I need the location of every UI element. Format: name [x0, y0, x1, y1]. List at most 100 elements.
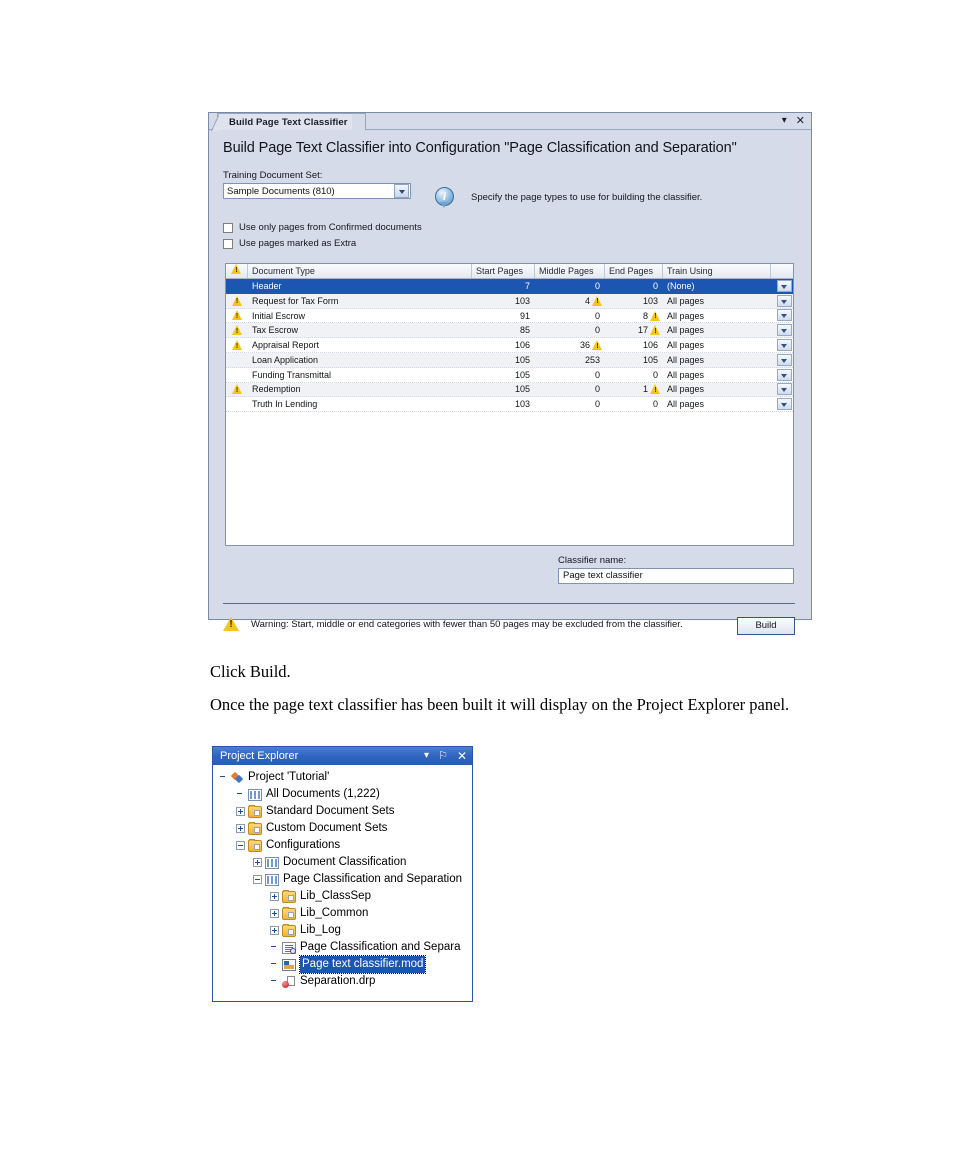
- build-button[interactable]: Build: [737, 617, 795, 635]
- grid-icon: [265, 873, 279, 886]
- tree-item[interactable]: Separation.drp: [213, 973, 472, 990]
- cell-end-pages: 0: [652, 399, 658, 410]
- tree-item[interactable]: Configurations: [213, 837, 472, 854]
- column-header-middle-pages[interactable]: Middle Pages: [535, 264, 605, 278]
- chevron-down-icon[interactable]: [776, 383, 792, 396]
- table-row[interactable]: Header 7 0 0 (None): [226, 279, 793, 294]
- checkbox-icon[interactable]: [223, 222, 233, 233]
- table-row[interactable]: Redemption 105 01 All pages: [226, 382, 793, 398]
- row-train-using-dropdown[interactable]: [771, 383, 793, 396]
- tree-item[interactable]: Page text classifier.mod: [213, 955, 472, 974]
- expand-plus-icon[interactable]: [270, 909, 279, 918]
- chevron-down-icon[interactable]: [776, 368, 792, 381]
- row-train-using-dropdown[interactable]: [771, 294, 793, 307]
- chevron-down-icon[interactable]: [776, 279, 792, 292]
- expand-plus-icon[interactable]: [253, 858, 262, 867]
- expand-plus-icon[interactable]: [270, 892, 279, 901]
- row-train-using-dropdown[interactable]: [771, 279, 793, 292]
- tree-item[interactable]: Document Classification: [213, 854, 472, 871]
- tree-item[interactable]: Lib_Log: [213, 922, 472, 939]
- divider: [223, 603, 795, 604]
- cell-document-type: Initial Escrow: [252, 310, 306, 321]
- dialog-tabstrip: Build Page Text Classifier ▾ ✕: [209, 113, 811, 131]
- chevron-down-icon[interactable]: [776, 398, 792, 411]
- checkbox-confirmed-documents[interactable]: Use only pages from Confirmed documents: [223, 222, 422, 233]
- table-row[interactable]: Truth In Lending 103 0 0 All pages: [226, 397, 793, 413]
- chevron-down-icon[interactable]: [394, 184, 409, 198]
- tree-item[interactable]: Standard Document Sets: [213, 803, 472, 820]
- chevron-down-icon[interactable]: [776, 309, 792, 322]
- cell-start-pages: 105: [514, 384, 530, 395]
- checkbox-icon[interactable]: [223, 238, 233, 249]
- cell-middle-pages: 0: [594, 369, 600, 380]
- cell-train-using: All pages: [667, 340, 705, 351]
- tree-expander-spacer: [236, 790, 245, 799]
- chevron-down-icon[interactable]: [776, 324, 792, 337]
- row-train-using-dropdown[interactable]: [771, 398, 793, 411]
- column-header-warning[interactable]: [226, 264, 248, 278]
- close-icon[interactable]: ✕: [457, 750, 467, 762]
- expand-plus-icon[interactable]: [236, 824, 245, 833]
- tree-item[interactable]: All Documents (1,222): [213, 786, 472, 803]
- table-row[interactable]: Loan Application 105 253 105 All pages: [226, 352, 793, 368]
- training-document-set-select[interactable]: Sample Documents (810): [223, 183, 411, 199]
- cell-train-using: All pages: [667, 384, 705, 395]
- tab-build-page-text-classifier[interactable]: Build Page Text Classifier: [211, 113, 358, 131]
- tree-item[interactable]: Lib_ClassSep: [213, 888, 472, 905]
- classifier-name-input[interactable]: Page text classifier: [558, 568, 794, 584]
- pin-icon[interactable]: ⚐: [438, 750, 448, 762]
- cell-end-pages: 106: [642, 340, 658, 351]
- expand-plus-icon[interactable]: [236, 807, 245, 816]
- column-header-start-pages[interactable]: Start Pages: [472, 264, 535, 278]
- tree-item[interactable]: Custom Document Sets: [213, 820, 472, 837]
- tree-item-label: Lib_Log: [300, 924, 341, 936]
- close-icon[interactable]: ✕: [796, 114, 805, 128]
- collapse-minus-icon[interactable]: [253, 875, 262, 884]
- document-type-grid[interactable]: Document Type Start Pages Middle Pages E…: [225, 263, 794, 546]
- tree-item[interactable]: Project 'Tutorial': [213, 769, 472, 786]
- collapse-minus-icon[interactable]: [236, 841, 245, 850]
- page-title: Build Page Text Classifier into Configur…: [223, 140, 737, 156]
- column-header-train-using[interactable]: Train Using: [663, 264, 771, 278]
- warning-icon: [650, 384, 661, 395]
- checkbox-pages-marked-extra[interactable]: Use pages marked as Extra: [223, 238, 356, 249]
- row-train-using-dropdown[interactable]: [771, 324, 793, 337]
- tree-expander-spacer: [219, 773, 228, 782]
- tree-item[interactable]: Lib_Common: [213, 905, 472, 922]
- cell-train-using: All pages: [667, 369, 705, 380]
- chevron-down-icon[interactable]: [776, 294, 792, 307]
- table-row[interactable]: Initial Escrow 91 08 All pages: [226, 308, 793, 324]
- cell-start-pages: 7: [524, 280, 530, 291]
- row-train-using-dropdown[interactable]: [771, 339, 793, 352]
- cell-middle-pages: 4: [535, 294, 605, 308]
- cell-start-pages: 105: [514, 369, 530, 380]
- column-header-end-pages[interactable]: End Pages: [605, 264, 663, 278]
- chevron-down-icon[interactable]: [776, 339, 792, 352]
- row-train-using-dropdown[interactable]: [771, 368, 793, 381]
- column-header-document-type[interactable]: Document Type: [248, 264, 472, 278]
- table-row[interactable]: Tax Escrow 85 0 17 All pages: [226, 323, 793, 339]
- table-row[interactable]: Appraisal Report 106 36 106 All pages: [226, 338, 793, 353]
- document-icon: [282, 941, 296, 954]
- cell-document-type: Tax Escrow: [252, 325, 299, 336]
- chevron-down-icon[interactable]: ▾: [424, 750, 429, 762]
- folder-icon: [282, 906, 296, 920]
- expand-plus-icon[interactable]: [270, 926, 279, 935]
- table-row[interactable]: Request for Tax Form 103 4 103 All pages: [226, 293, 793, 309]
- tree-item[interactable]: Page Classification and Separation: [213, 871, 472, 888]
- cell-document-type: Truth In Lending: [252, 399, 318, 410]
- grid-rows: Header700(None)Request for Tax Form10341…: [226, 279, 793, 413]
- info-glyph: i: [442, 189, 447, 203]
- table-row[interactable]: Funding Transmittal 105 0 0 All pages: [226, 367, 793, 383]
- warning-icon: [231, 384, 243, 395]
- warning-icon: [231, 295, 243, 306]
- row-train-using-dropdown[interactable]: [771, 353, 793, 366]
- project-explorer-titlebar: Project Explorer ▾ ⚐ ✕: [213, 747, 472, 765]
- minimize-icon[interactable]: ▾: [782, 114, 787, 128]
- cell-start-pages: 103: [514, 295, 530, 306]
- tree-item[interactable]: Page Classification and Separa: [213, 939, 472, 956]
- tree-expander-spacer: [270, 977, 279, 986]
- row-warning-cell: [226, 384, 248, 395]
- chevron-down-icon[interactable]: [776, 353, 792, 366]
- row-train-using-dropdown[interactable]: [771, 309, 793, 322]
